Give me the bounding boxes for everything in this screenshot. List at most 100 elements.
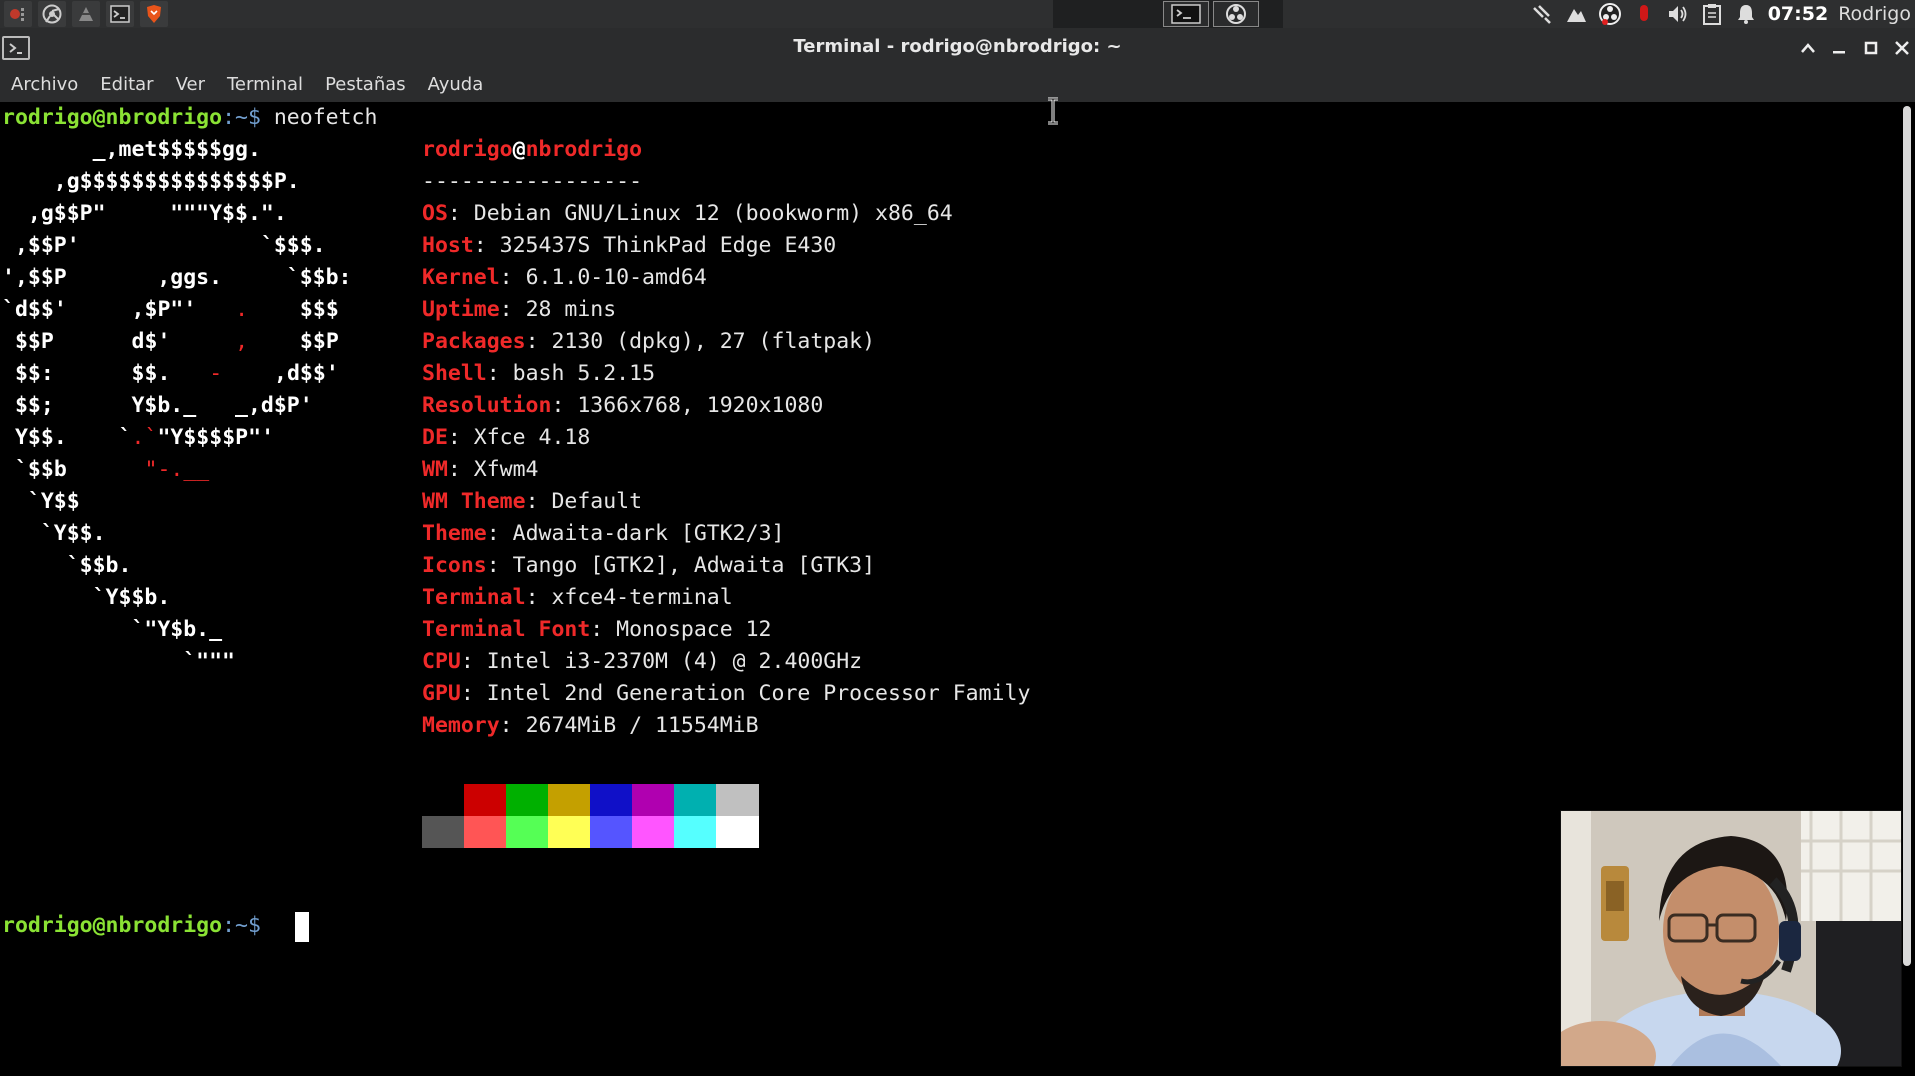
- ascii-line: Y$$. `.`"Y$$$$P"': [14, 425, 275, 450]
- ascii-line: ,g$$$$$$$$$$$$$$$P.: [2, 169, 300, 194]
- info-value: 6.1.0-10-amd64: [525, 265, 707, 290]
- info-value: Default: [551, 489, 643, 514]
- header-host: nbrodrigo: [525, 137, 643, 162]
- terminal-icon[interactable]: [106, 1, 134, 27]
- info-key: Kernel: [422, 265, 500, 290]
- system-tray: 07:52 Rodrigo: [1530, 0, 1915, 28]
- info-value: xfce4-terminal: [551, 585, 733, 610]
- color-swatch: [632, 816, 675, 848]
- info-row: Terminal: xfce4-terminal: [422, 585, 733, 610]
- menu-pestanas[interactable]: Pestañas: [314, 68, 417, 102]
- chromium-icon[interactable]: [38, 1, 66, 27]
- menu-terminal[interactable]: Terminal: [216, 68, 314, 102]
- info-row: Terminal Font: Monospace 12: [422, 617, 772, 642]
- info-row: WM: Xfwm4: [422, 457, 539, 482]
- header-user: rodrigo: [422, 137, 513, 162]
- ascii-line: `""": [2, 649, 235, 674]
- info-row: Resolution: 1366x768, 1920x1080: [422, 393, 824, 418]
- menu-ver[interactable]: Ver: [165, 68, 216, 102]
- color-swatch: [506, 784, 549, 816]
- inkscape-icon[interactable]: [72, 1, 100, 27]
- shade-button[interactable]: [1794, 34, 1822, 62]
- menu-archivo[interactable]: Archivo: [0, 68, 89, 102]
- terminal-task-icon[interactable]: [1163, 1, 1209, 27]
- color-swatch: [506, 816, 549, 848]
- ascii-line: `$$b "-.__: [14, 457, 210, 482]
- color-swatch: [674, 816, 717, 848]
- menu-ayuda[interactable]: Ayuda: [417, 68, 495, 102]
- ascii-line: `"Y$b._: [2, 617, 223, 642]
- info-row: Packages: 2130 (dpkg), 27 (flatpak): [422, 329, 876, 354]
- info-separator: -----------------: [422, 169, 643, 194]
- color-swatch: [716, 784, 759, 816]
- close-button[interactable]: [1888, 34, 1915, 62]
- color-swatch: [464, 784, 507, 816]
- info-key: Memory: [422, 713, 500, 738]
- menu-bar: Archivo Editar Ver Terminal Pestañas Ayu…: [0, 68, 1915, 102]
- info-value: Intel i3-2370M (4) @ 2.400GHz: [486, 649, 863, 674]
- info-value: 2130 (dpkg), 27 (flatpak): [551, 329, 876, 354]
- ascii-line: ,g$$P" """Y$$.".: [2, 201, 287, 226]
- app-menu-icon[interactable]: [4, 1, 32, 27]
- ascii-line: $$: $$. - ,d$$': [14, 361, 339, 386]
- prompt-sep: :~$: [222, 105, 261, 130]
- ibeam-cursor-icon: [1046, 97, 1060, 129]
- color-swatch: [548, 816, 591, 848]
- maximize-button[interactable]: [1857, 34, 1885, 62]
- info-value: 325437S ThinkPad Edge E430: [499, 233, 837, 258]
- info-key: OS: [422, 201, 448, 226]
- color-swatch: [716, 816, 759, 848]
- ascii-line: `Y$$: [2, 489, 80, 514]
- obs-tray-icon[interactable]: [1598, 2, 1622, 26]
- info-key: Uptime: [422, 297, 500, 322]
- record-icon[interactable]: [1632, 2, 1656, 26]
- scrollbar-thumb[interactable]: [1903, 106, 1911, 966]
- color-swatch: [548, 784, 591, 816]
- obs-task-icon[interactable]: [1213, 1, 1259, 27]
- prompt-user-2: rodrigo@nbrodrigo: [2, 913, 223, 938]
- info-row: Shell: bash 5.2.15: [422, 361, 656, 386]
- info-row: Uptime: 28 mins: [422, 297, 617, 322]
- info-row: Kernel: 6.1.0-10-amd64: [422, 265, 707, 290]
- text-cursor: [295, 912, 309, 942]
- info-header: rodrigo@nbrodrigo: [422, 134, 642, 166]
- window-titlebar[interactable]: Terminal - rodrigo@nbrodrigo: ~: [0, 28, 1915, 68]
- network-icon[interactable]: [1530, 2, 1554, 26]
- info-key: Packages: [422, 329, 526, 354]
- info-key: Theme: [422, 521, 487, 546]
- info-value: bash 5.2.15: [512, 361, 656, 386]
- prompt-line: rodrigo@nbrodrigo:~$: [2, 910, 274, 942]
- menu-editar[interactable]: Editar: [89, 68, 164, 102]
- color-swatch: [632, 784, 675, 816]
- info-value: Debian GNU/Linux 12 (bookworm) x86_64: [473, 201, 953, 226]
- info-value: Monospace 12: [616, 617, 772, 642]
- clock[interactable]: 07:52: [1768, 3, 1828, 25]
- info-key: Terminal: [422, 585, 526, 610]
- info-row: Icons: Tango [GTK2], Adwaita [GTK3]: [422, 553, 876, 578]
- mountain-icon[interactable]: [1564, 2, 1588, 26]
- brave-icon[interactable]: [140, 1, 168, 27]
- ascii-line: ,$$P' `$$$.: [2, 233, 326, 258]
- color-swatch: [464, 816, 507, 848]
- ascii-line: `$$b.: [2, 553, 132, 578]
- volume-icon[interactable]: [1666, 2, 1690, 26]
- color-swatch: [590, 784, 633, 816]
- ascii-line: `Y$$.: [2, 521, 106, 546]
- user-name[interactable]: Rodrigo: [1838, 3, 1911, 25]
- clipboard-icon[interactable]: [1700, 2, 1724, 26]
- minimize-button[interactable]: [1825, 34, 1853, 62]
- ascii-line: $$P d$' , $$P: [14, 329, 339, 354]
- info-row: OS: Debian GNU/Linux 12 (bookworm) x86_6…: [422, 201, 953, 226]
- scrollbar[interactable]: [1902, 106, 1912, 1076]
- info-value: Xfwm4: [473, 457, 539, 482]
- launcher-group: [0, 0, 168, 28]
- top-panel: 07:52 Rodrigo: [0, 0, 1915, 28]
- info-row: Host: 325437S ThinkPad Edge E430: [422, 233, 837, 258]
- info-key: Icons: [422, 553, 487, 578]
- info-row: WM Theme: Default: [422, 489, 643, 514]
- bell-icon[interactable]: [1734, 2, 1758, 26]
- info-row: CPU: Intel i3-2370M (4) @ 2.400GHz: [422, 649, 863, 674]
- info-value: Tango [GTK2], Adwaita [GTK3]: [512, 553, 876, 578]
- info-key: Terminal Font: [422, 617, 591, 642]
- info-key: DE: [422, 425, 448, 450]
